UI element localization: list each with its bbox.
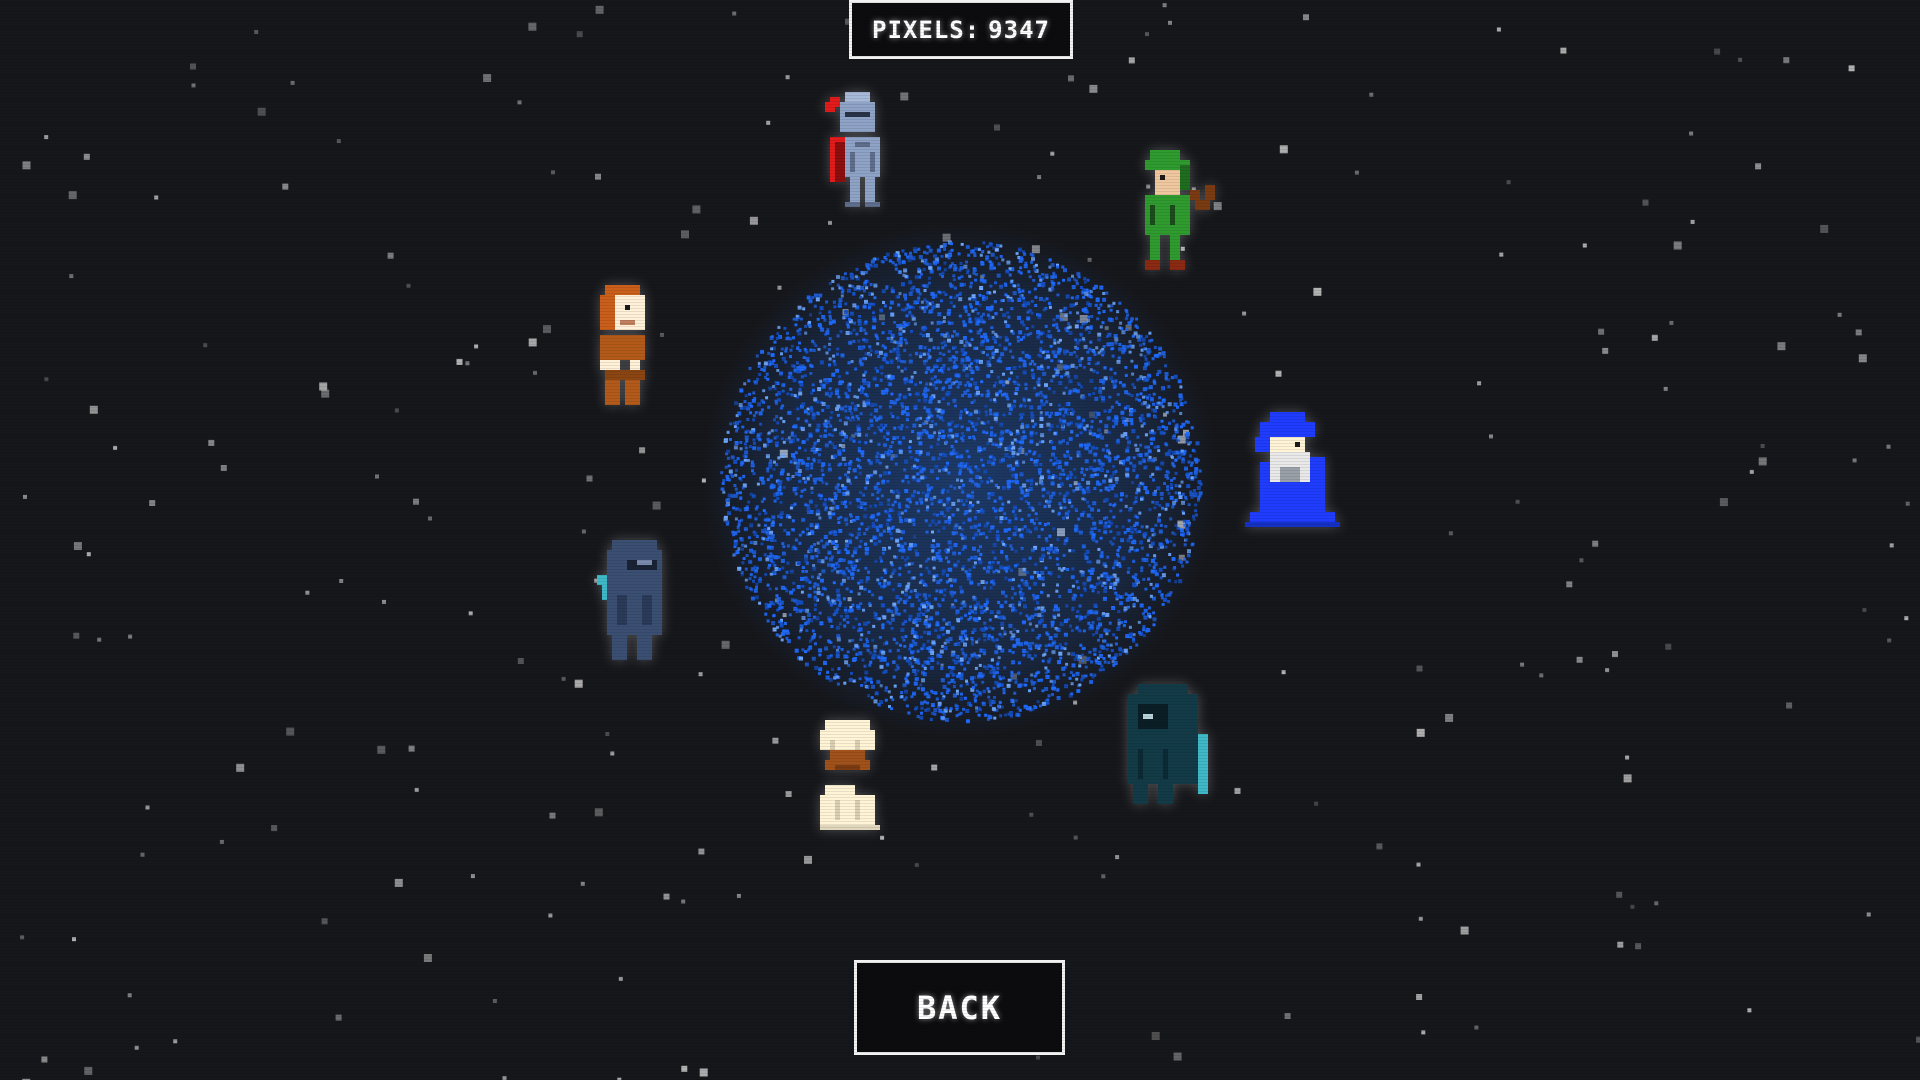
thief-sprite	[600, 285, 645, 405]
archer-sprite	[1145, 150, 1215, 270]
ninja-hero[interactable]	[597, 540, 682, 670]
thief-hero[interactable]	[595, 285, 655, 425]
reaper-hero[interactable]	[1118, 684, 1223, 819]
chef-sprite	[820, 720, 880, 830]
knight-sprite	[825, 92, 880, 207]
ninja-sprite	[597, 540, 662, 660]
pixel-counter-value: 9347	[988, 15, 1050, 44]
game-screen: PIXELS: 9347 BACK	[0, 0, 1920, 1080]
wizard-hero[interactable]	[1245, 412, 1345, 557]
pixel-counter: PIXELS: 9347	[849, 0, 1073, 59]
chef-hero[interactable]	[815, 720, 885, 855]
reaper-sprite	[1128, 684, 1208, 804]
knight-hero[interactable]	[820, 92, 900, 232]
back-button-label: BACK	[916, 988, 1003, 1027]
archer-hero[interactable]	[1130, 150, 1225, 285]
wizard-sprite	[1245, 412, 1340, 527]
back-button[interactable]: BACK	[854, 960, 1065, 1055]
pixel-counter-label: PIXELS:	[872, 15, 981, 44]
pixel-orb	[702, 222, 1218, 738]
